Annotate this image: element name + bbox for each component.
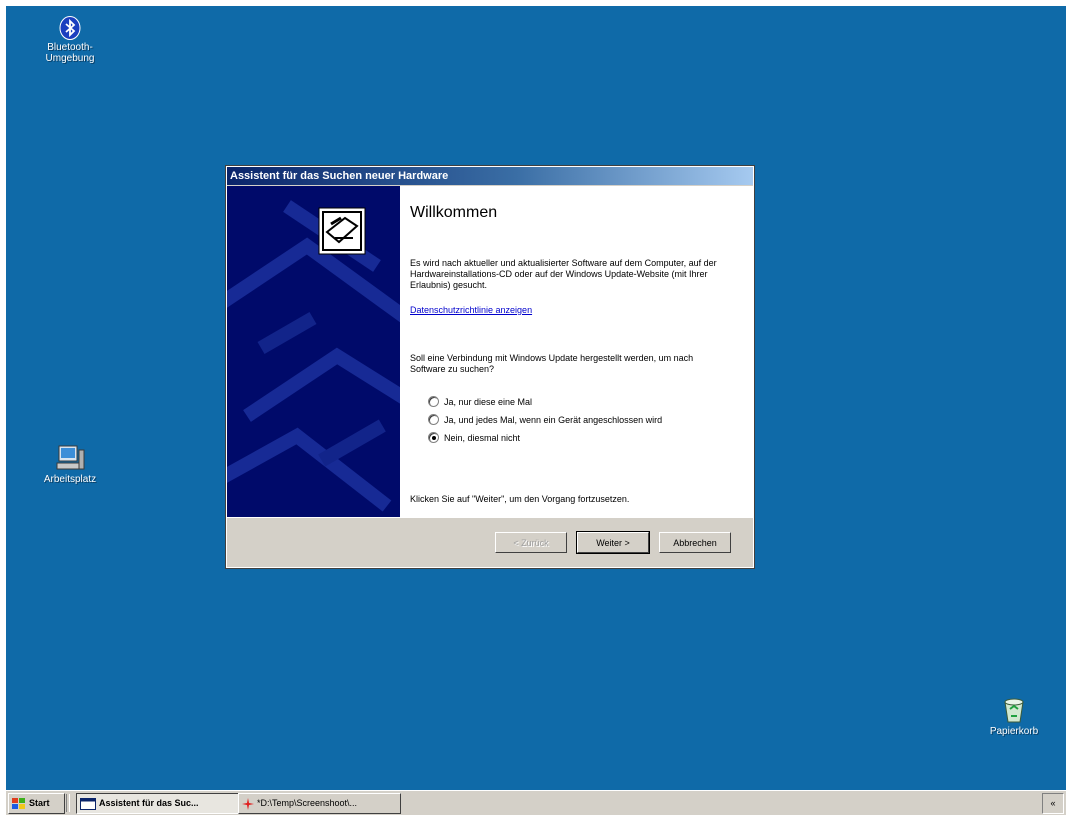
desktop-icon-arbeitsplatz[interactable]: Arbeitsplatz: [30, 444, 110, 485]
hardware-install-icon: [318, 207, 366, 255]
radio-button[interactable]: [428, 432, 439, 443]
wizard-banner-graphic: [227, 200, 400, 512]
start-button[interactable]: Start: [8, 793, 65, 814]
radio-button[interactable]: [428, 414, 439, 425]
dialog-title-bar[interactable]: Assistent für das Suchen neuer Hardware: [227, 167, 753, 185]
radio-label: Nein, diesmal nicht: [444, 432, 521, 443]
button-bar: < Zurück Weiter > Abbrechen: [227, 517, 753, 568]
desktop: Bluetooth-Umgebung Arbeitsplatz Papierko…: [6, 6, 1066, 790]
paint-app-icon: [242, 797, 254, 810]
radio-option-not-now[interactable]: Nein, diesmal nicht: [428, 432, 520, 443]
privacy-policy-link[interactable]: Datenschutzrichtlinie anzeigen: [410, 305, 532, 315]
task-label: *D:\Temp\Screenshoot\...: [257, 798, 358, 808]
radio-label: Ja, nur diese eine Mal: [444, 396, 533, 407]
dialog-title: Assistent für das Suchen neuer Hardware: [230, 170, 449, 182]
desktop-icon-label: Bluetooth-Umgebung: [45, 42, 95, 64]
recycle-bin-icon: [1004, 698, 1024, 723]
hardware-wizard-dialog: Assistent für das Suchen neuer Hardware: [225, 165, 755, 569]
page-title: Willkommen: [410, 204, 498, 221]
tray-expand-button[interactable]: «: [1042, 793, 1064, 814]
desktop-icon-label: Arbeitsplatz: [43, 474, 97, 485]
taskbar-task-wizard[interactable]: Assistent für das Suc...: [76, 793, 239, 814]
intro-text: Es wird nach aktueller und aktualisierte…: [410, 258, 717, 290]
radio-option-once[interactable]: Ja, nur diese eine Mal: [428, 396, 532, 407]
bluetooth-icon: [59, 16, 81, 40]
taskbar-task-screenshot[interactable]: *D:\Temp\Screenshoot\...: [238, 793, 401, 814]
back-button[interactable]: < Zurück: [495, 532, 567, 553]
wizard-content: Willkommen Es wird nach aktueller und ak…: [400, 186, 753, 517]
window-icon: [80, 797, 96, 810]
radio-label: Ja, und jedes Mal, wenn ein Gerät angesc…: [444, 414, 663, 425]
computer-icon: [56, 445, 85, 470]
next-button[interactable]: Weiter >: [576, 531, 650, 554]
desktop-icon-label: Papierkorb: [989, 726, 1039, 737]
desktop-icon-papierkorb[interactable]: Papierkorb: [974, 696, 1054, 737]
taskbar: Start Assistent für das Suc... *D:\Temp\…: [6, 790, 1066, 815]
task-label: Assistent für das Suc...: [99, 798, 199, 808]
desktop-icon-bluetooth[interactable]: Bluetooth-Umgebung: [30, 16, 110, 64]
cancel-button[interactable]: Abbrechen: [659, 532, 731, 553]
question-text: Soll eine Verbindung mit Windows Update …: [410, 353, 694, 374]
radio-button[interactable]: [428, 396, 439, 407]
continue-hint: Klicken Sie auf "Weiter", um den Vorgang…: [410, 494, 630, 504]
wizard-banner: [227, 186, 400, 517]
start-label: Start: [29, 798, 50, 808]
radio-option-always[interactable]: Ja, und jedes Mal, wenn ein Gerät angesc…: [428, 414, 662, 425]
taskbar-separator: [66, 794, 70, 812]
windows-logo-icon: [12, 797, 25, 809]
